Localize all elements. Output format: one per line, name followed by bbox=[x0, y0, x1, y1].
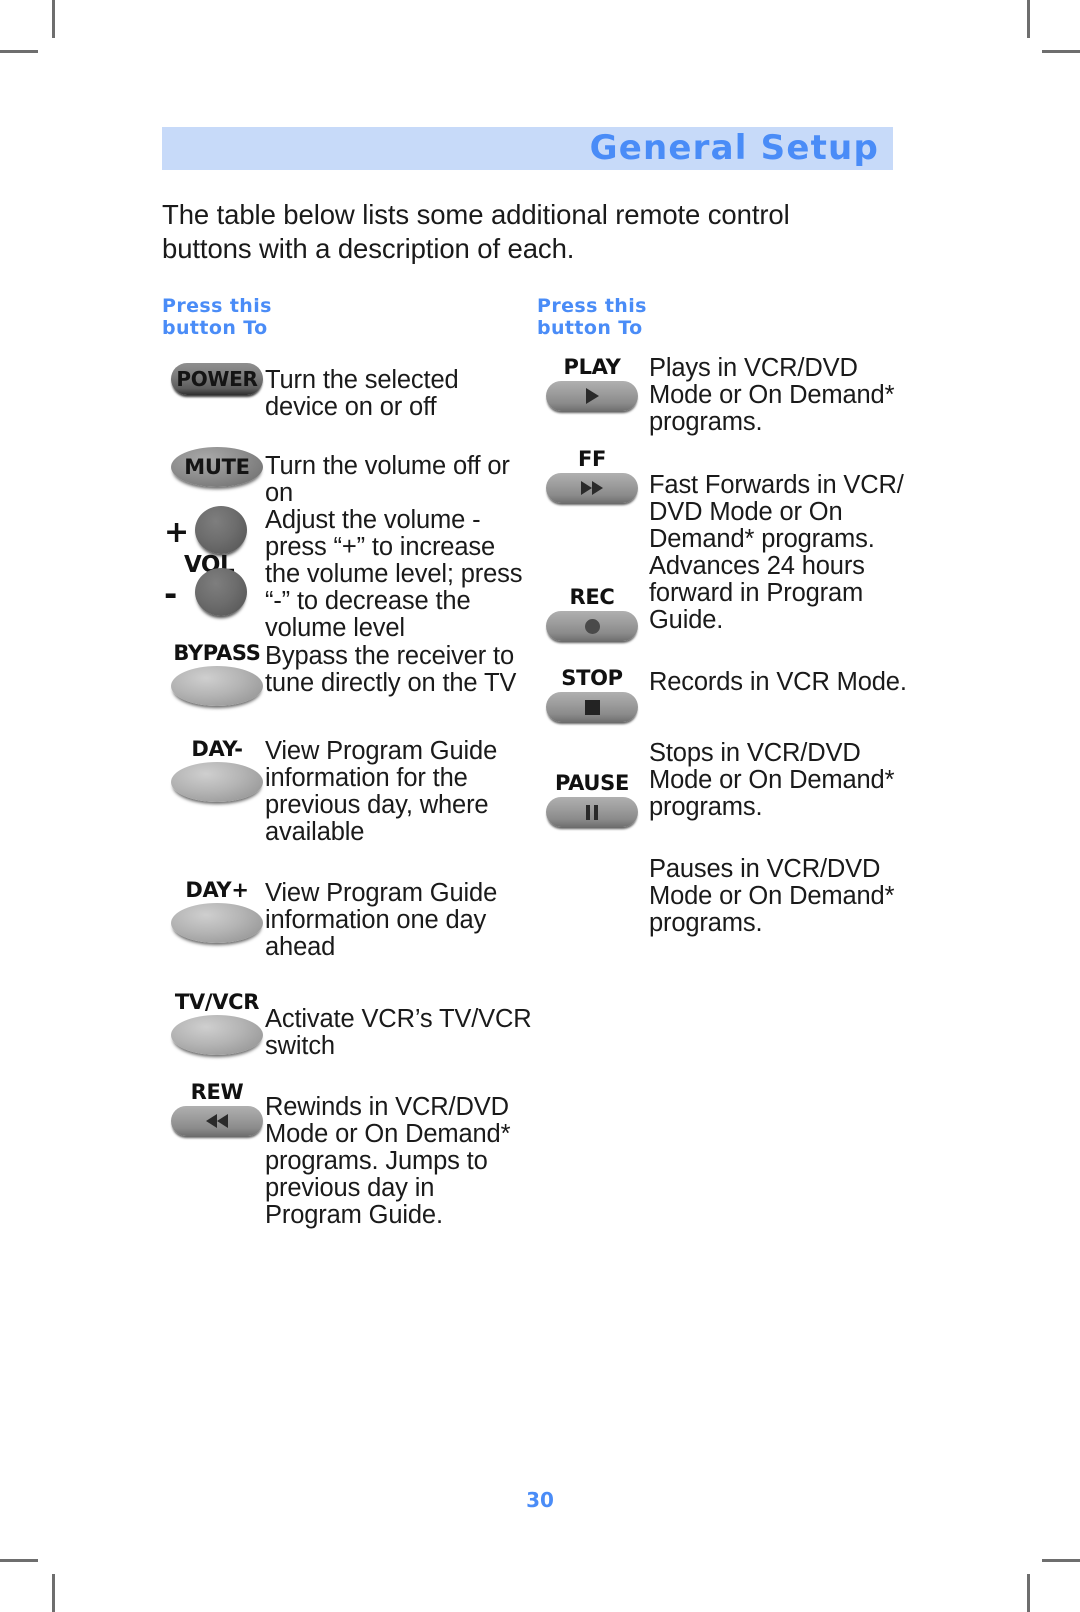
day-plus-oval-button[interactable] bbox=[171, 903, 263, 943]
row-description: Pauses in VCR/DVD Mode or On Demand* pro… bbox=[649, 855, 895, 938]
crop-mark-top-right-horizontal bbox=[1042, 50, 1080, 53]
pause-button-label: PAUSE bbox=[554, 771, 630, 795]
power-button-label: POWER bbox=[176, 367, 258, 391]
left-column: Press this button To POWER Turn the sele… bbox=[162, 295, 532, 1229]
crop-mark-top-left-vertical bbox=[52, 0, 55, 38]
volume-rocker-buttons: + VOL - bbox=[162, 506, 272, 616]
record-icon bbox=[584, 618, 600, 634]
rewind-icon bbox=[206, 1114, 228, 1128]
pause-icon bbox=[586, 804, 598, 820]
pause-pill-button[interactable] bbox=[546, 797, 638, 827]
button-cell: REW bbox=[162, 1082, 272, 1136]
left-column-header: Press this button To bbox=[162, 295, 272, 340]
stop-button-label: STOP bbox=[561, 666, 623, 690]
row-description: Plays in VCR/DVD Mode or On Demand* prog… bbox=[649, 354, 895, 437]
ff-button-label: FF bbox=[577, 447, 607, 471]
page-number: 30 bbox=[526, 1488, 554, 1512]
mute-oval-button[interactable]: MUTE bbox=[171, 447, 263, 487]
play-pill-button[interactable] bbox=[546, 381, 638, 411]
right-column-header: Press this button To bbox=[537, 295, 647, 340]
volume-down-button[interactable] bbox=[195, 568, 247, 616]
row-description: Rewinds in VCR/DVD Mode or On Demand* pr… bbox=[265, 1093, 511, 1230]
intro-paragraph: The table below lists some additional re… bbox=[162, 199, 790, 264]
tv-vcr-oval-button[interactable] bbox=[171, 1015, 263, 1055]
crop-mark-bottom-right-vertical bbox=[1027, 1574, 1030, 1612]
page-title: General Setup bbox=[589, 127, 879, 168]
button-cell: MUTE bbox=[162, 445, 272, 487]
stop-pill-button[interactable] bbox=[546, 692, 638, 722]
button-cell: POWER bbox=[162, 363, 272, 395]
day-plus-button-label: DAY+ bbox=[185, 878, 249, 902]
button-cell: FF bbox=[537, 449, 647, 503]
row-description: Bypass the receiver to tune directly on … bbox=[265, 642, 517, 698]
rewind-pill-button[interactable] bbox=[171, 1106, 263, 1136]
bypass-button-label: BYPASS bbox=[173, 641, 261, 665]
play-icon bbox=[585, 388, 599, 404]
volume-up-button[interactable] bbox=[195, 506, 247, 554]
button-cell: STOP bbox=[537, 668, 647, 722]
button-cell: PLAY bbox=[537, 357, 647, 411]
button-cell: REC bbox=[537, 587, 647, 641]
stop-icon bbox=[584, 699, 600, 715]
row-description: Stops in VCR/DVD Mode or On Demand* prog… bbox=[649, 739, 895, 822]
fast-forward-icon bbox=[581, 481, 603, 495]
volume-minus-sign: - bbox=[164, 575, 178, 613]
crop-mark-top-left-horizontal bbox=[0, 50, 38, 53]
rec-button-label: REC bbox=[569, 585, 615, 609]
button-cell: + VOL - bbox=[162, 506, 272, 616]
button-cell: DAY- bbox=[162, 739, 272, 802]
record-pill-button[interactable] bbox=[546, 611, 638, 641]
play-button-label: PLAY bbox=[563, 355, 621, 379]
crop-mark-bottom-left-horizontal bbox=[0, 1559, 38, 1562]
row-description: View Program Guide information one day a… bbox=[265, 879, 498, 962]
crop-mark-top-right-vertical bbox=[1027, 0, 1030, 38]
crop-mark-bottom-left-vertical bbox=[52, 1574, 55, 1612]
volume-plus-sign: + bbox=[164, 515, 190, 550]
power-pill-button[interactable]: POWER bbox=[171, 363, 263, 395]
mute-button-label: MUTE bbox=[184, 454, 250, 479]
tv-vcr-button-label: TV/VCR bbox=[174, 990, 260, 1014]
row-description: Turn the volume off or on bbox=[265, 452, 510, 508]
fast-forward-pill-button[interactable] bbox=[546, 473, 638, 503]
crop-mark-bottom-right-horizontal bbox=[1042, 1559, 1080, 1562]
day-minus-button-label: DAY- bbox=[191, 737, 243, 761]
row-description: Adjust the volume - press “+” to increas… bbox=[265, 506, 523, 643]
rew-button-label: REW bbox=[190, 1080, 244, 1104]
button-cell: DAY+ bbox=[162, 880, 272, 943]
page-header-band: General Setup bbox=[162, 127, 893, 170]
bypass-oval-button[interactable] bbox=[171, 666, 263, 706]
day-minus-oval-button[interactable] bbox=[171, 762, 263, 802]
row-description: Records in VCR Mode. bbox=[649, 668, 907, 696]
right-column: Press this button To PLAY Plays in VCR/D… bbox=[537, 295, 909, 937]
button-cell: PAUSE bbox=[537, 773, 647, 827]
row-description: View Program Guide information for the p… bbox=[265, 737, 498, 847]
button-cell: BYPASS bbox=[162, 643, 272, 706]
row-description: Turn the selected device on or off bbox=[265, 366, 459, 422]
button-cell: TV/VCR bbox=[162, 992, 272, 1055]
row-description: Activate VCR’s TV/VCR switch bbox=[265, 1005, 532, 1061]
row-description: Fast Forwards in VCR/ DVD Mode or On Dem… bbox=[649, 471, 904, 635]
